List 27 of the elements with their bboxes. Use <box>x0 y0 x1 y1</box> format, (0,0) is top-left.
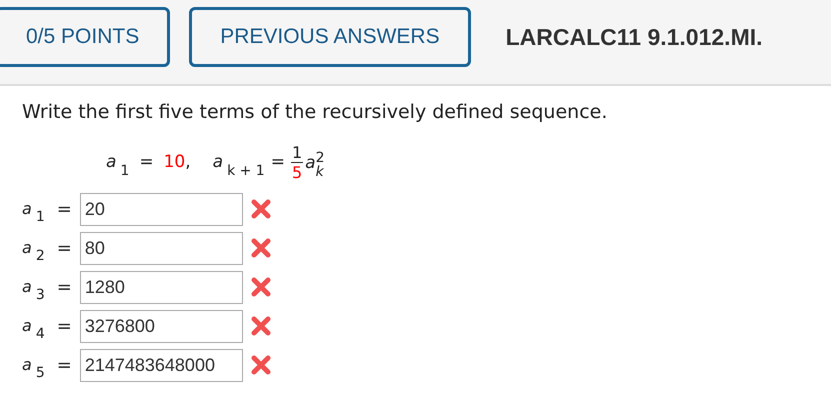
answer-field[interactable]: 2147483648000 <box>80 348 243 382</box>
math-term: a 1 <box>106 150 130 176</box>
equals-sign: = <box>270 150 285 174</box>
answer-field[interactable]: 20 <box>80 192 243 226</box>
header-button[interactable]: PREVIOUS ANSWERS <box>189 7 471 67</box>
math-term: a 1 <box>22 198 45 221</box>
fraction-numerator: 1 <box>290 143 304 163</box>
answer-field[interactable]: 80 <box>80 232 243 264</box>
math-term: a 5 <box>22 354 45 377</box>
comma-sign: , <box>185 150 191 174</box>
question-prompt: Write the first five terms of the recursively defined sequence. <box>22 100 608 125</box>
equals-sign: = <box>139 150 154 174</box>
equals-sign: = <box>56 314 72 338</box>
equals-sign: = <box>56 354 72 378</box>
answer-field[interactable]: 1280 <box>80 270 243 304</box>
math-term: a 2 <box>22 237 45 260</box>
equals-sign: = <box>56 276 72 300</box>
fraction-denominator: 5 <box>292 163 302 182</box>
math-term: a 3 <box>22 276 45 299</box>
answer-field[interactable]: 3276800 <box>80 310 243 342</box>
equals-sign: = <box>56 236 72 260</box>
math-term: a k + 1 <box>212 150 265 176</box>
question-id-title: LARCALC11 9.1.012.MI. <box>506 22 763 52</box>
math-term: a 4 <box>22 315 45 338</box>
initial-value: 10 <box>164 150 186 174</box>
equals-sign: = <box>56 198 72 222</box>
header-button[interactable]: 0/5 POINTS <box>0 7 170 67</box>
